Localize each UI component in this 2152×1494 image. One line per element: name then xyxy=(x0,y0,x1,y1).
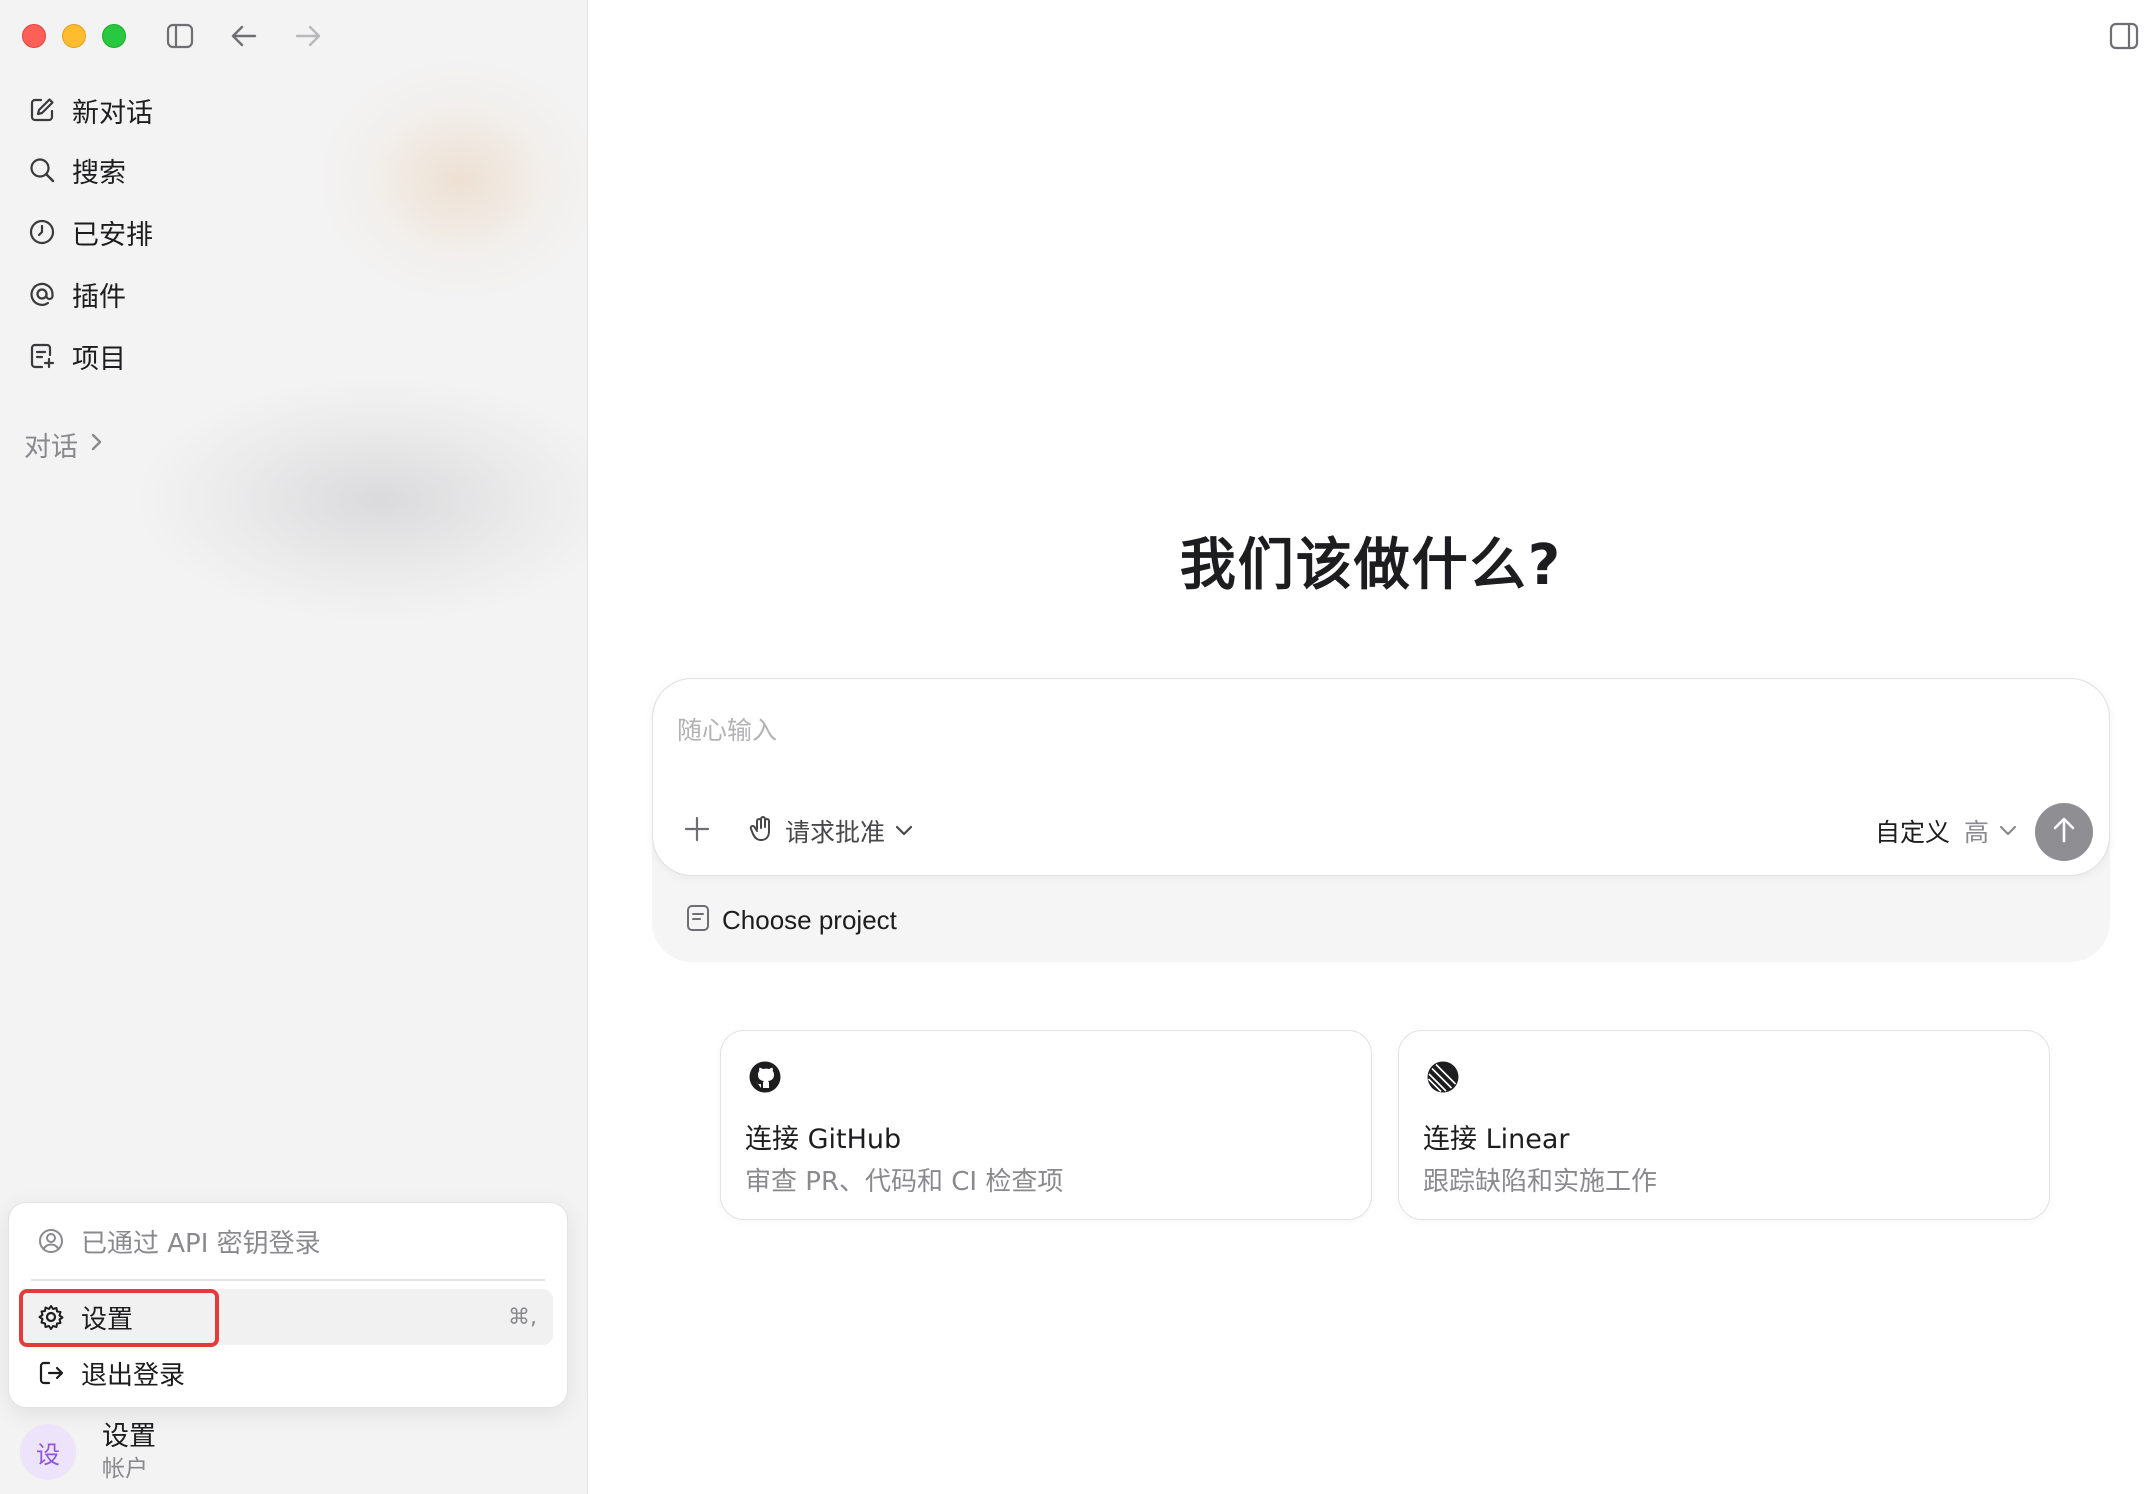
model-level-dropdown[interactable]: 自定义 高 xyxy=(1875,811,2017,851)
settings-shortcut: ⌘, xyxy=(508,1304,537,1330)
login-status-label: 已通过 API 密钥登录 xyxy=(81,1228,321,1259)
linear-card-description: 跟踪缺陷和实施工作 xyxy=(1423,1167,1658,1197)
login-status: 已通过 API 密钥登录 xyxy=(23,1213,553,1269)
project-icon xyxy=(26,340,58,372)
conversations-section-header[interactable]: 对话 xyxy=(24,424,104,464)
menu-divider xyxy=(31,1279,545,1281)
sidebar: 新对话 搜索 已安排 插件 项目 对话 已通过 API 密钥登录 设置 ⌘, 退… xyxy=(0,0,588,1494)
chevron-down-icon xyxy=(895,822,913,841)
at-sign-icon xyxy=(26,278,58,310)
section-title: 对话 xyxy=(24,431,78,463)
account-button[interactable]: 设 设置 帐户 xyxy=(20,1420,156,1484)
composer[interactable]: 随心输入 请求批准 自定义 高 xyxy=(652,678,2110,876)
window-minimize-button[interactable] xyxy=(62,24,86,48)
prompt-input[interactable]: 随心输入 xyxy=(677,711,777,747)
page-title: 我们该做什么? xyxy=(1179,533,1563,598)
nav-new-chat-label: 新对话 xyxy=(72,97,153,129)
connect-linear-card[interactable]: 连接 Linear 跟踪缺陷和实施工作 xyxy=(1398,1030,2050,1220)
nav-plugins[interactable]: 插件 xyxy=(14,268,554,320)
add-attachment-button[interactable] xyxy=(677,811,717,851)
send-button[interactable] xyxy=(2035,803,2093,861)
settings-menu-label: 设置 xyxy=(81,1304,134,1335)
right-panel-toggle-icon[interactable] xyxy=(2106,18,2142,54)
nav-new-chat[interactable]: 新对话 xyxy=(14,84,554,136)
approval-mode-label: 请求批准 xyxy=(785,818,886,847)
account-menu: 已通过 API 密钥登录 设置 ⌘, 退出登录 xyxy=(8,1202,568,1408)
linear-card-title: 连接 Linear xyxy=(1423,1124,1570,1155)
nav-plugins-label: 插件 xyxy=(72,281,126,313)
linear-icon xyxy=(1423,1057,1463,1097)
document-icon xyxy=(686,904,710,936)
logout-menu-label: 退出登录 xyxy=(81,1360,186,1391)
sidebar-toggle-icon[interactable] xyxy=(162,18,198,54)
edit-icon xyxy=(26,94,58,126)
nav-projects[interactable]: 项目 xyxy=(14,330,554,382)
account-name: 设置 xyxy=(102,1421,156,1452)
github-icon xyxy=(745,1057,785,1097)
choose-project-label: Choose project xyxy=(722,904,897,935)
plus-icon xyxy=(683,815,711,847)
search-icon xyxy=(26,154,58,186)
approval-mode-dropdown[interactable]: 请求批准 xyxy=(749,811,913,851)
main-panel: 我们该做什么? 随心输入 请求批准 自定义 高 Choose project 连… xyxy=(590,0,2152,1494)
gear-icon xyxy=(35,1301,67,1333)
background-blur xyxy=(140,380,587,620)
clock-icon xyxy=(26,216,58,248)
nav-search-label: 搜索 xyxy=(72,157,126,189)
forward-arrow-icon[interactable] xyxy=(290,18,326,54)
nav-search[interactable]: 搜索 xyxy=(14,144,554,196)
arrow-up-icon xyxy=(2051,816,2077,848)
connect-github-card[interactable]: 连接 GitHub 审查 PR、代码和 CI 检查项 xyxy=(720,1030,1372,1220)
account-text: 设置 帐户 xyxy=(102,1420,156,1484)
mode-label: 自定义 xyxy=(1874,818,1950,847)
back-arrow-icon[interactable] xyxy=(226,18,262,54)
account-subtitle: 帐户 xyxy=(102,1456,148,1482)
nav-projects-label: 项目 xyxy=(72,343,126,375)
level-label: 高 xyxy=(1963,818,1989,847)
avatar: 设 xyxy=(20,1424,76,1480)
chevron-right-icon xyxy=(90,431,104,457)
app-window: 新对话 搜索 已安排 插件 项目 对话 已通过 API 密钥登录 设置 ⌘, 退… xyxy=(0,0,2152,1494)
window-zoom-button[interactable] xyxy=(102,24,126,48)
user-circle-icon xyxy=(35,1225,67,1257)
github-card-description: 审查 PR、代码和 CI 检查项 xyxy=(745,1167,1064,1197)
chevron-down-icon xyxy=(1999,822,2017,841)
logout-menu-item[interactable]: 退出登录 xyxy=(23,1345,553,1401)
logout-icon xyxy=(35,1357,67,1389)
nav-scheduled-label: 已安排 xyxy=(72,219,153,251)
github-card-title: 连接 GitHub xyxy=(745,1124,902,1155)
choose-project-button[interactable]: Choose project xyxy=(686,900,897,940)
nav-scheduled[interactable]: 已安排 xyxy=(14,206,554,258)
hand-icon xyxy=(749,815,775,847)
window-close-button[interactable] xyxy=(22,24,46,48)
settings-menu-item[interactable]: 设置 ⌘, xyxy=(23,1289,553,1345)
